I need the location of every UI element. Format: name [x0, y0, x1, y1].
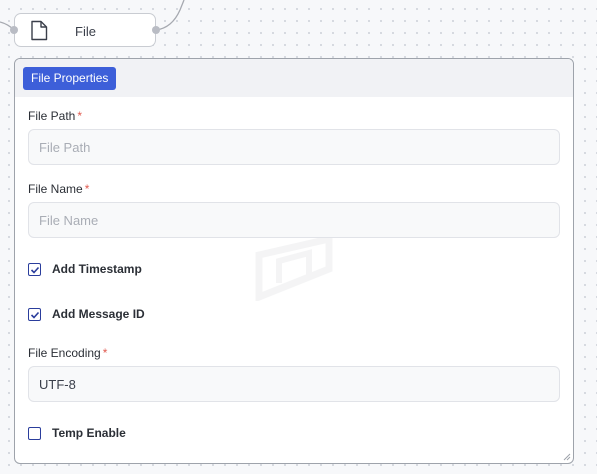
required-mark: * — [77, 109, 83, 123]
file-properties-panel: File Properties File Path* File Name* Ad… — [14, 58, 574, 464]
file-node[interactable]: File — [14, 13, 156, 47]
resize-handle-icon[interactable] — [563, 453, 571, 461]
file-path-input[interactable] — [28, 129, 560, 165]
temp-enable-label: Temp Enable — [52, 426, 126, 440]
watermark-logo-icon — [255, 235, 333, 301]
checkmark-icon — [30, 311, 39, 319]
checkmark-icon — [30, 266, 39, 274]
file-name-input[interactable] — [28, 202, 560, 238]
add-timestamp-label: Add Timestamp — [52, 262, 142, 276]
file-name-label: File Name * — [28, 182, 90, 196]
node-input-port[interactable] — [10, 26, 18, 34]
add-message-id-checkbox[interactable] — [28, 308, 41, 321]
node-output-port[interactable] — [152, 26, 160, 34]
temp-enable-checkbox[interactable] — [28, 427, 41, 440]
file-encoding-input[interactable] — [28, 366, 560, 402]
document-icon — [30, 20, 48, 46]
required-mark: * — [84, 182, 90, 196]
file-path-label: File Path * — [28, 109, 83, 123]
add-timestamp-checkbox[interactable] — [28, 263, 41, 276]
panel-title-tag: File Properties — [23, 67, 117, 90]
file-encoding-label: File Encoding * — [28, 346, 108, 360]
panel-header: File Properties — [15, 59, 573, 97]
add-message-id-label: Add Message ID — [52, 307, 145, 321]
node-label: File — [75, 24, 96, 39]
required-mark: * — [102, 346, 108, 360]
